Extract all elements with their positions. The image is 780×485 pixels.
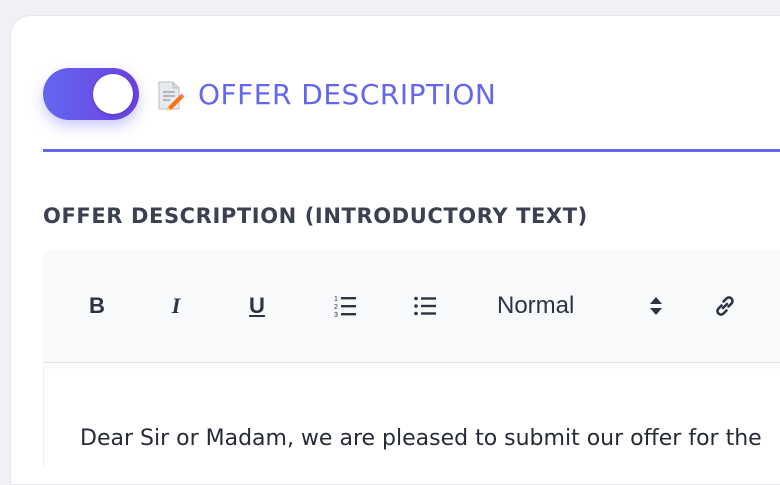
link-icon: [716, 296, 734, 316]
section-title: OFFER DESCRIPTION: [198, 78, 497, 111]
svg-text:1: 1: [334, 296, 338, 303]
editor-content[interactable]: Dear Sir or Madam, we are pleased to sub…: [80, 426, 762, 451]
underline-button[interactable]: U: [239, 288, 275, 324]
svg-text:3: 3: [334, 312, 338, 318]
bullet-list-button[interactable]: [407, 288, 443, 324]
bullet-list-icon: [414, 296, 436, 316]
select-arrows-icon: [650, 297, 662, 315]
text-format-select[interactable]: Normal: [483, 288, 683, 324]
bold-button[interactable]: B: [79, 288, 115, 324]
text-format-value: Normal: [497, 292, 575, 319]
italic-button[interactable]: I: [158, 288, 194, 324]
toggle-knob[interactable]: [93, 74, 133, 114]
link-button[interactable]: [707, 288, 743, 324]
section-header: OFFER DESCRIPTION: [43, 68, 780, 152]
field-label: OFFER DESCRIPTION (INTRODUCTORY TEXT): [43, 204, 588, 228]
ordered-list-icon: 1 2 3: [334, 296, 356, 318]
ordered-list-button[interactable]: 1 2 3: [327, 288, 363, 324]
memo-icon: [158, 81, 185, 111]
section-toggle[interactable]: [43, 68, 139, 120]
svg-text:2: 2: [334, 304, 338, 311]
rich-text-editor[interactable]: Dear Sir or Madam, we are pleased to sub…: [43, 366, 780, 466]
editor-toolbar: B I U 1 2 3 Normal: [43, 250, 780, 363]
